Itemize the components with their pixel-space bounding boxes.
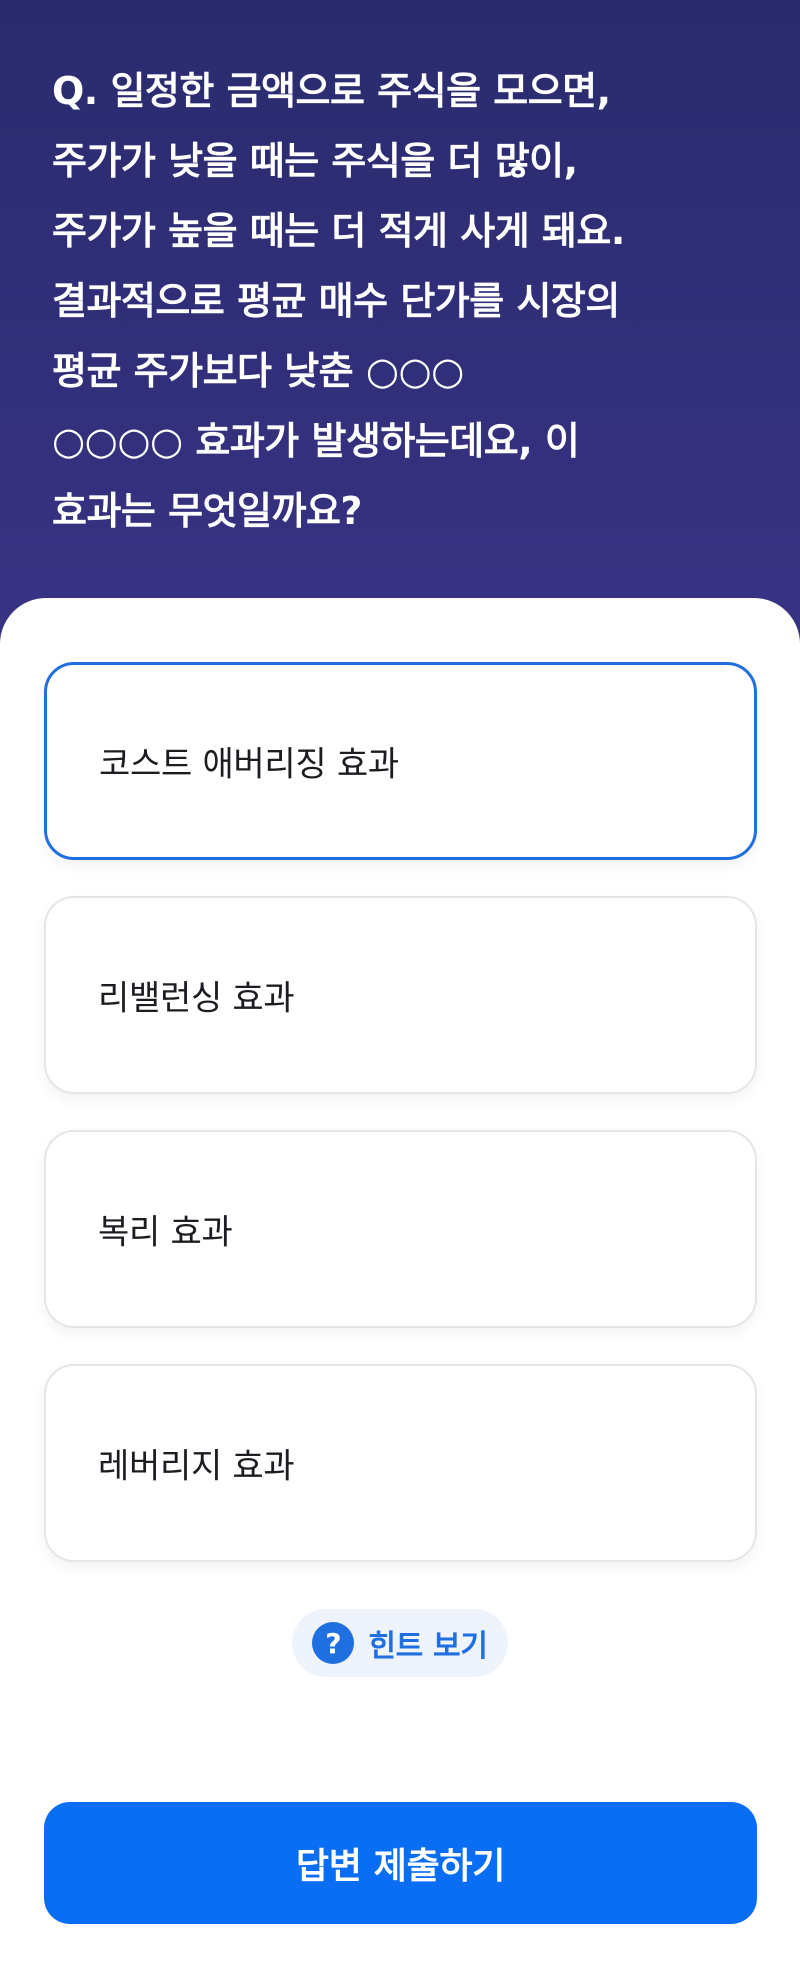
quiz-screen: Q. 일정한 금액으로 주식을 모으면, 주가가 낮을 때는 주식을 더 많이,… [0,0,800,1966]
option-rebalancing[interactable]: 리밸런싱 효과 [44,896,757,1094]
submit-answer-button[interactable]: 답변 제출하기 [44,1802,757,1924]
answer-sheet: 코스트 애버리징 효과 리밸런싱 효과 복리 효과 레버리지 효과 ? 힌트 보… [0,598,800,1966]
question-circle-icon: ? [312,1622,355,1664]
option-label: 리밸런싱 효과 [98,978,295,1019]
option-leverage[interactable]: 레버리지 효과 [44,1364,757,1562]
option-cost-averaging[interactable]: 코스트 애버리징 효과 [44,662,757,860]
question-text: Q. 일정한 금액으로 주식을 모으면, 주가가 낮을 때는 주식을 더 많이,… [52,69,625,533]
hint-button[interactable]: ? 힌트 보기 [292,1609,508,1677]
hint-label: 힌트 보기 [368,1629,488,1664]
option-compound-interest[interactable]: 복리 효과 [44,1130,757,1328]
option-label: 코스트 애버리징 효과 [99,744,399,785]
answer-options: 코스트 애버리징 효과 리밸런싱 효과 복리 효과 레버리지 효과 [44,662,757,1598]
option-label: 복리 효과 [98,1212,233,1253]
option-label: 레버리지 효과 [98,1446,295,1487]
